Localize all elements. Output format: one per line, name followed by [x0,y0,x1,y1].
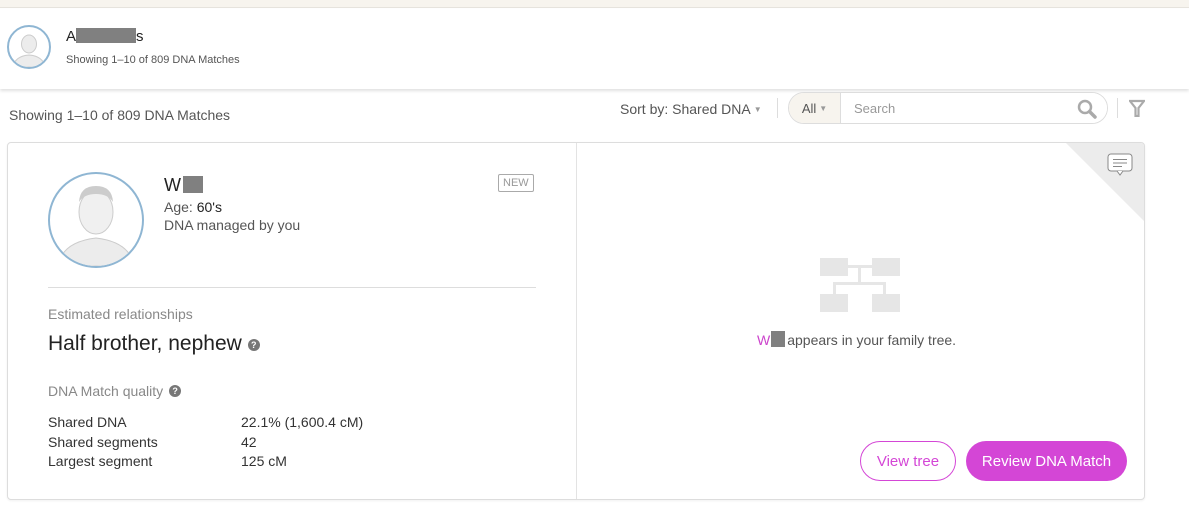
match-avatar[interactable] [48,172,144,268]
family-tree-icon [820,258,900,312]
caret-down-icon: ▼ [753,105,762,114]
match-quality-label: DNA Match quality? [48,383,182,399]
estimated-relationships-label: Estimated relationships [48,306,193,322]
stat-label: Shared segments [48,433,158,450]
match-card: W Age: 60's DNA managed by you NEW Estim… [7,142,1145,500]
managed-by: DNA managed by you [164,217,301,233]
caret-down-icon: ▼ [819,103,828,113]
stat-label: Largest segment [48,453,153,469]
divider [777,98,778,118]
stat-value: 42 [241,433,257,450]
match-stats: Shared DNA 22.1% (1,600.4 cM) Shared segm… [48,414,363,473]
user-name: As [66,28,144,45]
stat-row: Largest segment 125 cM [48,453,363,473]
divider [48,287,536,288]
review-dna-match-button[interactable]: Review DNA Match [966,441,1127,481]
header-subtitle: Showing 1–10 of 809 DNA Matches [66,54,240,66]
stat-row: Shared DNA 22.1% (1,600.4 cM) [48,414,363,434]
view-tree-button[interactable]: View tree [860,441,956,481]
person-silhouette-icon [57,186,135,266]
user-avatar[interactable] [7,25,51,69]
page-header: As Showing 1–10 of 809 DNA Matches [0,9,1189,89]
match-name[interactable]: W [164,175,203,196]
sort-label: Sort by: Shared DNA [620,101,751,117]
stat-row: Shared segments 42 [48,434,363,454]
redacted-block [771,331,786,347]
match-age: Age: 60's [164,199,222,215]
redacted-block [76,28,137,43]
scope-label: All [801,100,817,116]
relationship: Half brother, nephew? [48,332,260,356]
search-input[interactable] [841,93,1107,123]
help-icon[interactable]: ? [247,339,260,351]
new-badge: NEW [498,174,534,192]
sort-dropdown[interactable]: Sort by: Shared DNA ▼ [620,101,762,117]
stat-value: 125 cM [241,453,287,469]
tree-status: Wappears in your family tree. [757,331,957,348]
search-icon[interactable] [1077,99,1097,119]
search-scope-dropdown[interactable]: All ▼ [789,93,841,123]
filter-icon[interactable] [1129,99,1145,117]
search-bar: All ▼ [788,92,1108,124]
card-divider [576,143,577,499]
help-icon[interactable]: ? [169,385,182,397]
redacted-block [183,176,203,193]
person-silhouette-icon [12,34,46,67]
results-count: Showing 1–10 of 809 DNA Matches [9,107,231,123]
notes-icon[interactable] [1107,153,1133,177]
divider [1117,98,1118,118]
stat-label: Shared DNA [48,414,127,430]
tree-person-link[interactable]: W [757,332,770,348]
stat-value: 22.1% (1,600.4 cM) [241,414,364,430]
top-strip [0,0,1189,8]
